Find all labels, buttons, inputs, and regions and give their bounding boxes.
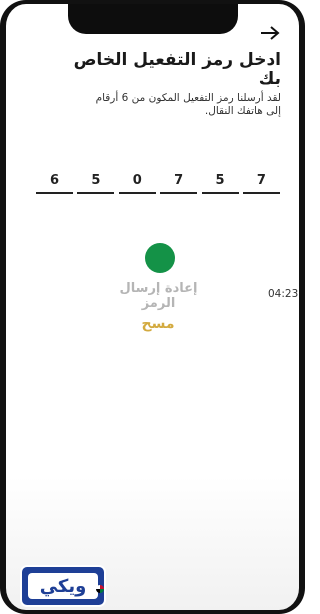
countdown-timer: 04:23 xyxy=(268,288,299,300)
resend-code-button[interactable]: إعادة إرسال الرمز xyxy=(101,281,216,311)
flag-icon xyxy=(96,585,104,593)
progress-indicator xyxy=(145,243,175,273)
watermark-logo-text: ويكي xyxy=(28,573,98,599)
otp-digit[interactable]: 6 xyxy=(36,172,73,194)
otp-code-input[interactable]: 6 5 0 7 5 7 xyxy=(36,172,280,194)
page-subtitle: لقد أرسلنا رمز التفعيل المكون من 6 أرقام… xyxy=(95,92,281,117)
page-title: ادخل رمز التفعيل الخاص بك xyxy=(73,50,281,89)
phone-notch xyxy=(67,4,238,34)
otp-digit[interactable]: 7 xyxy=(242,172,280,194)
watermark-logo: ويكي xyxy=(20,565,106,607)
otp-digit[interactable]: 7 xyxy=(160,172,198,194)
otp-digit[interactable]: 0 xyxy=(118,172,156,194)
arrow-right-icon[interactable] xyxy=(259,24,281,42)
otp-digit[interactable]: 5 xyxy=(201,172,239,194)
otp-digit[interactable]: 5 xyxy=(77,172,115,194)
phone-frame: ادخل رمز التفعيل الخاص بك لقد أرسلنا رمز… xyxy=(0,0,305,614)
clear-button[interactable]: مسح xyxy=(118,316,198,332)
